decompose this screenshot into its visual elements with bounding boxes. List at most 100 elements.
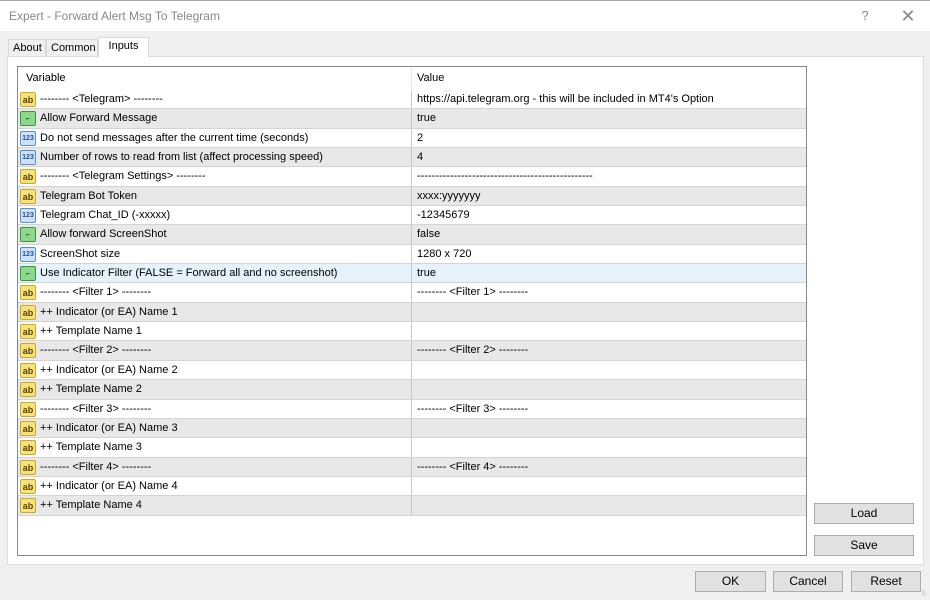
column-divider xyxy=(411,90,412,109)
table-row[interactable]: ⌐ Allow forward ScreenShot false xyxy=(18,225,806,245)
column-divider[interactable] xyxy=(411,67,412,89)
table-row[interactable]: ab -------- <Filter 2> -------- -------- <… xyxy=(18,341,806,361)
variable-name: -------- <Filter 1> -------- xyxy=(40,286,152,299)
variable-name: -------- <Filter 3> -------- xyxy=(40,402,152,415)
variable-name: Allow Forward Message xyxy=(40,112,158,125)
inputs-list[interactable]: Variable Value ab -------- <Telegram> ---… xyxy=(17,66,807,556)
string-type-icon: ab xyxy=(20,498,36,514)
column-divider xyxy=(411,476,412,496)
variable-value[interactable]: true xyxy=(417,267,436,279)
variable-value[interactable]: true xyxy=(417,112,436,124)
table-row[interactable]: ab -------- <Filter 1> -------- -------- <… xyxy=(18,283,806,303)
variable-value[interactable]: -------- <Filter 4> -------- xyxy=(417,461,528,473)
list-rows: ab -------- <Telegram> -------- https://ap… xyxy=(18,90,806,516)
table-row[interactable]: ab ++ Indicator (or EA) Name 2 xyxy=(18,360,806,381)
string-type-icon: ab xyxy=(20,343,36,359)
resize-grip-icon[interactable]: ⠿ xyxy=(921,591,929,599)
variable-name: Do not send messages after the current t… xyxy=(40,131,309,144)
reset-button[interactable]: Reset xyxy=(851,571,921,592)
table-row[interactable]: ab -------- <Filter 3> -------- -------- <… xyxy=(18,399,806,419)
column-divider xyxy=(411,457,412,476)
column-divider xyxy=(411,128,412,148)
column-header-variable[interactable]: Variable xyxy=(26,72,66,84)
table-row[interactable]: 123 ScreenShot size 1280 x 720 xyxy=(18,244,806,265)
column-divider xyxy=(411,148,412,167)
variable-name: ++ Indicator (or EA) Name 2 xyxy=(40,363,178,376)
table-row[interactable]: ab ++ Indicator (or EA) Name 4 xyxy=(18,476,806,497)
variable-name: ++ Indicator (or EA) Name 3 xyxy=(40,421,178,434)
string-type-icon: ab xyxy=(20,401,36,417)
column-divider xyxy=(411,264,412,283)
variable-value[interactable]: 4 xyxy=(417,151,423,163)
cancel-button[interactable]: Cancel xyxy=(773,571,843,592)
table-row[interactable]: ab -------- <Telegram Settings> -------- -… xyxy=(18,167,806,187)
integer-type-icon: 123 xyxy=(20,246,36,262)
table-row[interactable]: 123 Number of rows to read from list (aff… xyxy=(18,148,806,168)
table-row[interactable]: ab -------- <Telegram> -------- https://ap… xyxy=(18,90,806,110)
string-type-icon: ab xyxy=(20,92,36,107)
close-icon[interactable]: ✕ xyxy=(896,6,920,26)
variable-value[interactable]: xxxx:yyyyyyy xyxy=(417,190,481,202)
variable-name: -------- <Filter 2> -------- xyxy=(40,344,152,357)
variable-name: -------- <Telegram Settings> -------- xyxy=(40,170,206,183)
variable-value[interactable]: ----------------------------------------… xyxy=(417,170,593,182)
variable-value[interactable]: -------- <Filter 2> -------- xyxy=(417,344,528,356)
integer-type-icon: 123 xyxy=(20,130,36,146)
column-divider xyxy=(411,322,412,341)
column-divider xyxy=(411,206,412,225)
table-row[interactable]: ab ++ Indicator (or EA) Name 3 xyxy=(18,418,806,439)
column-divider xyxy=(411,380,412,399)
variable-value[interactable]: -12345679 xyxy=(417,209,470,221)
table-row[interactable]: ab Telegram Bot Token xxxx:yyyyyyy xyxy=(18,186,806,207)
variable-name: -------- <Telegram> -------- xyxy=(40,93,163,105)
tab-about[interactable]: About xyxy=(8,39,46,57)
variable-value[interactable]: 1280 x 720 xyxy=(417,248,471,260)
tab-common[interactable]: Common xyxy=(46,39,98,57)
variable-name: ++ Indicator (or EA) Name 4 xyxy=(40,479,178,492)
column-divider xyxy=(411,302,412,322)
variable-value[interactable]: 2 xyxy=(417,132,423,144)
integer-type-icon: 123 xyxy=(20,150,36,166)
save-button[interactable]: Save xyxy=(814,535,914,556)
variable-name: Allow forward ScreenShot xyxy=(40,228,167,241)
string-type-icon: ab xyxy=(20,459,36,475)
variable-name: Number of rows to read from list (affect… xyxy=(40,151,323,164)
table-row[interactable]: ab ++ Template Name 1 xyxy=(18,322,806,342)
boolean-type-icon: ⌐ xyxy=(20,227,36,243)
tab-inputs[interactable]: Inputs xyxy=(98,37,149,58)
variable-name: ++ Template Name 3 xyxy=(40,441,142,454)
variable-value[interactable]: -------- <Filter 1> -------- xyxy=(417,286,528,298)
table-row[interactable]: ab ++ Template Name 2 xyxy=(18,380,806,400)
column-header-value[interactable]: Value xyxy=(417,72,444,84)
column-divider xyxy=(411,244,412,264)
string-type-icon: ab xyxy=(20,440,36,456)
table-row[interactable]: 123 Do not send messages after the curren… xyxy=(18,128,806,149)
variable-value[interactable]: https://api.telegram.org - this will be … xyxy=(417,93,714,105)
string-type-icon: ab xyxy=(20,304,36,320)
integer-type-icon: 123 xyxy=(20,208,36,224)
ok-button[interactable]: OK xyxy=(695,571,766,592)
variable-value[interactable]: -------- <Filter 3> -------- xyxy=(417,403,528,415)
table-row[interactable]: ⌐ Use Indicator Filter (FALSE = Forward a… xyxy=(18,264,806,284)
variable-value[interactable]: false xyxy=(417,228,440,240)
boolean-type-icon: ⌐ xyxy=(20,111,36,127)
table-row[interactable]: 123 Telegram Chat_ID (-xxxxx) -12345679 xyxy=(18,206,806,226)
help-icon[interactable]: ? xyxy=(853,6,877,26)
column-divider xyxy=(411,167,412,186)
table-row[interactable]: ab ++ Template Name 4 xyxy=(18,496,806,516)
title-bar: Expert - Forward Alert Msg To Telegram ?… xyxy=(0,0,930,31)
string-type-icon: ab xyxy=(20,285,36,301)
load-button[interactable]: Load xyxy=(814,503,914,524)
table-row[interactable]: ab ++ Template Name 3 xyxy=(18,438,806,458)
variable-name: Use Indicator Filter (FALSE = Forward al… xyxy=(40,267,338,280)
variable-name: ++ Template Name 4 xyxy=(40,499,142,512)
variable-name: ++ Indicator (or EA) Name 1 xyxy=(40,305,178,318)
column-divider xyxy=(411,360,412,380)
variable-name: ++ Template Name 1 xyxy=(40,325,142,338)
column-divider xyxy=(411,283,412,302)
column-divider xyxy=(411,418,412,438)
variable-name: ScreenShot size xyxy=(40,247,121,260)
table-row[interactable]: ab ++ Indicator (or EA) Name 1 xyxy=(18,302,806,323)
table-row[interactable]: ab -------- <Filter 4> -------- -------- <… xyxy=(18,457,806,477)
table-row[interactable]: ⌐ Allow Forward Message true xyxy=(18,109,806,129)
